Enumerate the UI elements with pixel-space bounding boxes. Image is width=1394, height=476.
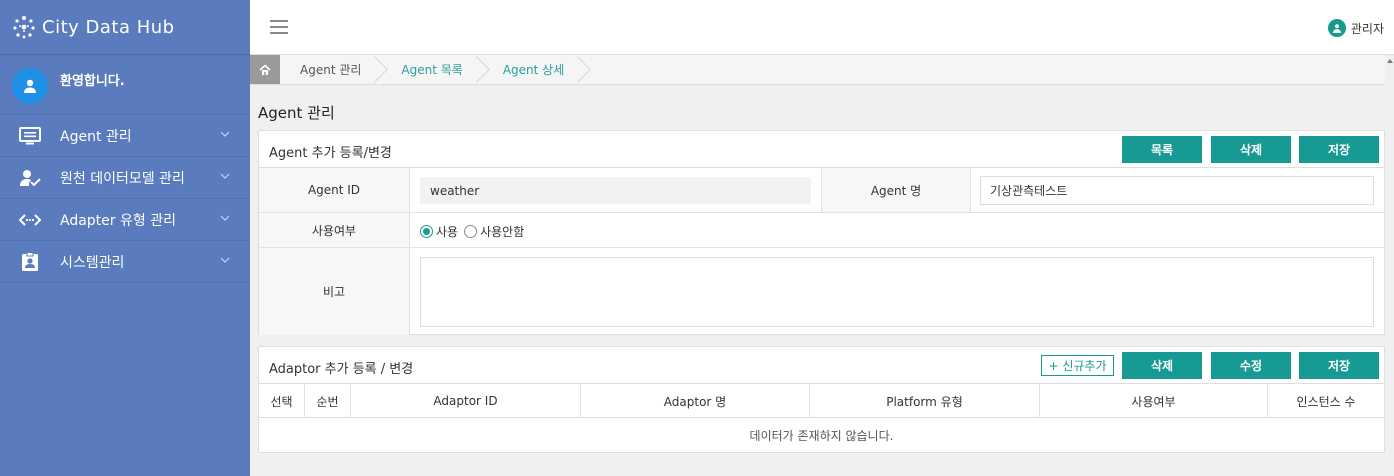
logo-icon — [13, 16, 35, 39]
scroll-up-icon[interactable] — [1387, 59, 1393, 63]
usage-on-label: 사용 — [436, 225, 459, 239]
agent-id-label: Agent ID — [259, 168, 410, 212]
note-label: 비고 — [259, 248, 410, 335]
agent-panel-title: Agent 추가 등록/변경 — [269, 146, 392, 161]
column-header-instance-count[interactable]: 인스턴스 수 — [1268, 384, 1384, 418]
agent-name-label: Agent 명 — [821, 168, 971, 212]
sidebar-item-system[interactable]: 시스템관리 — [0, 241, 250, 283]
sidebar-item-agent[interactable]: Agent 관리 — [0, 115, 250, 157]
breadcrumb-label: Agent 관리 — [300, 63, 362, 77]
admin-label: 관리자 — [1350, 21, 1384, 36]
adaptor-save-button[interactable]: 저장 — [1299, 352, 1379, 379]
agent-id-field[interactable]: weather — [420, 177, 811, 204]
sidebar-item-source-datamodel[interactable]: 원천 데이터모델 관리 — [0, 157, 250, 199]
usage-radio-group: 사용 사용안함 — [420, 223, 524, 240]
list-button[interactable]: 목록 — [1122, 136, 1202, 163]
chevron-down-icon — [220, 131, 230, 137]
brand[interactable]: City Data Hub — [0, 0, 250, 55]
agent-name-field[interactable]: 기상관측테스트 — [980, 176, 1374, 205]
column-header-usage[interactable]: 사용여부 — [1040, 384, 1268, 418]
breadcrumb-item-agent-detail[interactable]: Agent 상세 — [483, 55, 584, 84]
code-arrows-icon — [18, 210, 42, 230]
sidebar-item-adapter-type[interactable]: Adapter 유형 관리 — [0, 199, 250, 241]
user-greeting: 환영합니다. — [60, 74, 125, 89]
id-badge-icon — [18, 251, 42, 272]
adaptor-delete-button[interactable]: 삭제 — [1122, 352, 1202, 379]
usage-label: 사용여부 — [259, 213, 410, 247]
breadcrumb-label: Agent 목록 — [401, 63, 463, 77]
adaptor-table-header: 선택 순번 Adaptor ID Adaptor 명 Platform 유형 사… — [259, 384, 1384, 418]
home-icon[interactable] — [250, 55, 280, 84]
sidebar-item-label: Adapter 유형 관리 — [60, 212, 176, 229]
note-textarea[interactable] — [420, 257, 1374, 327]
user-box: 환영합니다. — [0, 55, 250, 115]
breadcrumb: Agent 관리 Agent 목록 Agent 상세 — [250, 55, 1385, 85]
column-header-select[interactable]: 선택 — [259, 384, 305, 418]
monitor-icon — [18, 126, 42, 146]
agent-panel-header: Agent 추가 등록/변경 목록 삭제 저장 — [259, 131, 1384, 168]
column-header-adaptor-id[interactable]: Adaptor ID — [351, 384, 581, 418]
sidebar: City Data Hub 환영합니다. Agent 관리 원천 데이터모델 관… — [0, 0, 250, 476]
top-bar: 관리자 — [250, 0, 1394, 55]
column-header-adaptor-name[interactable]: Adaptor 명 — [581, 384, 810, 418]
add-adaptor-button[interactable]: + 신규추가 — [1041, 355, 1114, 376]
menu-toggle-icon[interactable] — [270, 20, 288, 34]
page-title: Agent 관리 — [258, 104, 335, 122]
column-header-platform-type[interactable]: Platform 유형 — [810, 384, 1040, 418]
chevron-down-icon — [220, 173, 230, 179]
chevron-down-icon — [220, 215, 230, 221]
save-button[interactable]: 저장 — [1299, 136, 1379, 163]
user-icon — [1327, 19, 1346, 37]
adaptor-edit-button[interactable]: 수정 — [1211, 352, 1291, 379]
avatar[interactable] — [12, 68, 48, 104]
delete-button[interactable]: 삭제 — [1211, 136, 1291, 163]
breadcrumb-item-agent-manage[interactable]: Agent 관리 — [280, 55, 381, 84]
breadcrumb-item-agent-list[interactable]: Agent 목록 — [381, 55, 482, 84]
brand-name: City Data Hub — [42, 16, 175, 38]
note-row: 비고 — [259, 248, 1384, 335]
usage-on-radio[interactable] — [420, 225, 433, 238]
user-icon — [24, 79, 36, 93]
adaptor-panel: Adaptor 추가 등록 / 변경 + 신규추가 삭제 수정 저장 선택 순번… — [258, 346, 1385, 453]
adaptor-panel-header: Adaptor 추가 등록 / 변경 + 신규추가 삭제 수정 저장 — [259, 347, 1384, 384]
chevron-down-icon — [220, 257, 230, 263]
agent-panel: Agent 추가 등록/변경 목록 삭제 저장 Agent ID weather… — [258, 130, 1385, 335]
sidebar-item-label: 원천 데이터모델 관리 — [60, 170, 185, 187]
admin-menu[interactable]: 관리자 — [1327, 19, 1384, 37]
usage-row: 사용여부 사용 사용안함 — [259, 213, 1384, 248]
adaptor-panel-title: Adaptor 추가 등록 / 변경 — [269, 362, 414, 377]
user-check-icon — [18, 168, 42, 188]
breadcrumb-label: Agent 상세 — [502, 63, 565, 77]
column-header-seq[interactable]: 순번 — [305, 384, 351, 418]
usage-off-radio[interactable] — [464, 225, 478, 238]
empty-table-message: 데이터가 존재하지 않습니다. — [749, 428, 894, 443]
scrollbar[interactable] — [1385, 55, 1394, 476]
sidebar-item-label: 시스템관리 — [60, 254, 125, 271]
usage-off-label: 사용안함 — [480, 225, 525, 239]
agent-id-row: Agent ID weather Agent 명 기상관측테스트 — [259, 168, 1384, 213]
sidebar-item-label: Agent 관리 — [60, 128, 132, 145]
